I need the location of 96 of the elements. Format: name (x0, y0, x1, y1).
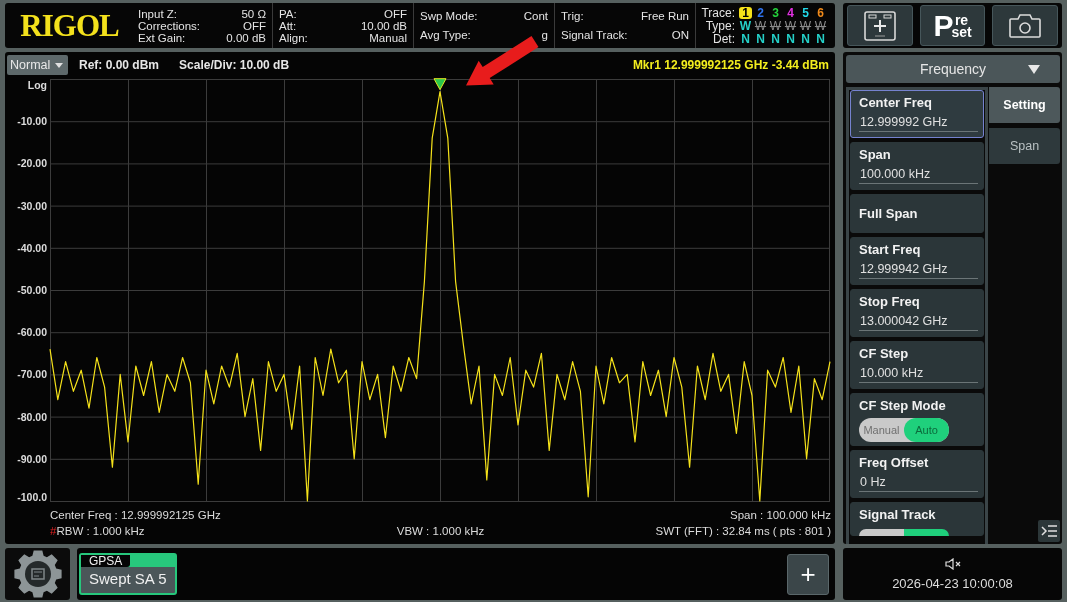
info-label: Align: (279, 32, 308, 44)
launcher-button[interactable] (5, 548, 70, 600)
axis-label: -20.00 (17, 157, 47, 170)
marker-icon (433, 78, 447, 91)
speaker-muted-icon[interactable] (944, 557, 961, 570)
info-value: Free Run (641, 10, 689, 22)
gear-icon (12, 549, 63, 599)
info-label: Avg Type: (420, 29, 472, 41)
value-field[interactable]: 13.000042 GHz (859, 313, 978, 331)
info-value: 10.00 dB (360, 20, 407, 32)
scale-division: Scale/Div: 10.00 dB (179, 58, 290, 72)
axis-label: -60.00 (17, 326, 47, 339)
axis-label: Log (27, 79, 47, 91)
value-field[interactable]: 10.000 kHz (859, 365, 978, 383)
softkey[interactable]: Freq Offset 0 Hz (850, 450, 984, 498)
toggle-switch[interactable] (859, 529, 949, 536)
marker-readout: Mkr1 12.999992125 GHz -3.44 dBm (632, 58, 829, 72)
instrument-tab[interactable]: GPSA Swept SA 5 (79, 553, 177, 595)
trace-number[interactable]: 2 (754, 7, 767, 19)
trace-type: W (783, 20, 798, 32)
menu-tab[interactable]: Span (989, 128, 1060, 164)
add-button[interactable]: + (787, 553, 829, 595)
info-value: Manual (368, 32, 407, 44)
softkey[interactable]: CF Step 10.000 kHz (850, 341, 984, 389)
trace-label: Trace: (700, 7, 736, 19)
rbw-readout: RBW : 1.000 kHz (56, 525, 145, 537)
menu-title-dropdown[interactable]: Frequency (846, 55, 1060, 83)
softkey[interactable]: Full Span (850, 194, 984, 233)
trace-type: W (798, 20, 813, 32)
trace-number[interactable]: 3 (769, 7, 782, 19)
info-value: 50 Ω (240, 8, 266, 20)
window-plus-icon (863, 10, 896, 41)
trace-number[interactable]: 4 (784, 7, 797, 19)
trace-detector: N (815, 33, 826, 45)
info-value: OFF (383, 8, 407, 20)
info-label: Att: (279, 20, 298, 32)
shortcut-button[interactable] (847, 5, 913, 46)
trace-label: Det: (713, 33, 736, 45)
info-label: PA: (279, 8, 298, 20)
vbw-readout: VBW : 1.000 kHz (396, 524, 485, 539)
axis-label: -50.00 (17, 284, 47, 296)
value-field[interactable]: 12.999992 GHz (859, 114, 978, 132)
trace-type: W (768, 20, 783, 32)
span-readout: Span : 100.000 kHz (730, 508, 831, 523)
sweep-time: SWT (FFT) : 32.84 ms ( pts : 801 ) (655, 524, 831, 539)
info-label: Swp Mode: (420, 10, 478, 22)
trace-detector: N (740, 33, 751, 45)
mode-dropdown[interactable]: Normal (7, 55, 68, 75)
trace-type: W (753, 20, 768, 32)
caret-icon (55, 62, 63, 68)
date-time: 2026-04-23 10:00:08 (892, 575, 1013, 591)
rbw-prefix-text: # (50, 525, 57, 537)
info-label: Signal Track: (561, 29, 628, 41)
caret-icon (1028, 64, 1040, 74)
info-label: Trig: (561, 10, 585, 22)
screenshot-button[interactable] (992, 5, 1058, 46)
trace-number[interactable]: 1 (739, 7, 752, 19)
trace-number[interactable]: 6 (814, 7, 827, 19)
value-field[interactable]: 100.000 kHz (859, 166, 978, 184)
info-value: 0.00 dB (226, 32, 266, 44)
info-value: ON (670, 29, 689, 41)
axis-label: -10.00 (17, 115, 47, 128)
menu-tab[interactable]: Setting (989, 87, 1060, 123)
softkey[interactable]: Start Freq 12.999942 GHz (850, 237, 984, 285)
trace-detector: N (755, 33, 766, 45)
trace-detector: N (785, 33, 796, 45)
axis-label: -100.0 (17, 491, 47, 503)
info-value: g (540, 29, 548, 41)
value-field[interactable]: 0 Hz (859, 474, 978, 492)
trace-type: W (738, 20, 753, 32)
softkey[interactable]: Stop Freq 13.000042 GHz (850, 289, 984, 337)
trace-label: Type: (704, 20, 736, 32)
value-field[interactable]: 12.999942 GHz (859, 261, 978, 279)
trace-detector: N (800, 33, 811, 45)
axis-label: -90.00 (17, 452, 47, 465)
brand-logo: RIGOL (20, 9, 119, 42)
center-frequency: Center Freq : 12.999992125 GHz (50, 508, 221, 523)
info-label: Corrections: (138, 20, 200, 32)
axis-label: -30.00 (17, 199, 47, 212)
axis-label: -70.00 (17, 368, 47, 381)
info-value: Cont (523, 10, 548, 22)
camera-icon (1009, 13, 1042, 38)
softkey[interactable]: Signal Track (850, 502, 984, 536)
list-indent-icon[interactable] (1038, 520, 1060, 542)
axis-label: -40.00 (17, 241, 47, 254)
trace-type: W (813, 20, 828, 32)
info-label: Ext Gain: (138, 32, 187, 44)
trace-number[interactable]: 5 (799, 7, 812, 19)
softkey[interactable]: Center Freq 12.999992 GHz (850, 90, 984, 138)
info-label: Input Z: (138, 8, 178, 20)
tab-group-label: GPSA (81, 555, 131, 567)
softkey[interactable]: Span 100.000 kHz (850, 142, 984, 190)
axis-label: -80.00 (17, 410, 47, 423)
info-value: OFF (242, 20, 266, 32)
reference-level: Ref: 0.00 dBm (79, 58, 160, 72)
trace-detector: N (770, 33, 781, 45)
